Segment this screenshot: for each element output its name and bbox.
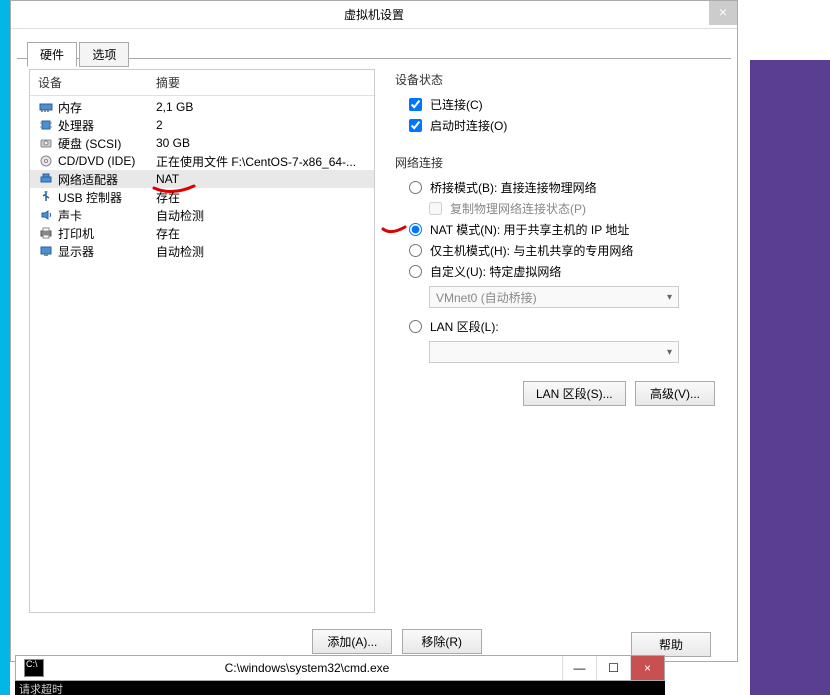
row-replicate: 复制物理网络连接状态(P) bbox=[395, 198, 719, 219]
group-network: 网络连接 bbox=[395, 154, 719, 171]
device-summary: 存在 bbox=[156, 189, 180, 206]
device-list: 设备 摘要 内存2,1 GB处理器2硬盘 (SCSI)30 GBCD/DVD (… bbox=[29, 69, 375, 613]
radio-custom[interactable] bbox=[409, 265, 422, 278]
lan-segments-button[interactable]: LAN 区段(S)... bbox=[523, 381, 626, 406]
label-hostonly: 仅主机模式(H): 与主机共享的专用网络 bbox=[430, 242, 633, 259]
details-panel: 设备状态 已连接(C) 启动时连接(O) 网络连接 桥接模式(B): 直接连接物… bbox=[395, 69, 719, 613]
cmd-minimize-button[interactable]: — bbox=[562, 656, 596, 680]
radio-hostonly[interactable] bbox=[409, 244, 422, 257]
device-summary: NAT bbox=[156, 172, 179, 186]
device-name: 网络适配器 bbox=[58, 171, 156, 188]
titlebar: 虚拟机设置 × bbox=[11, 1, 737, 29]
device-row-disk[interactable]: 硬盘 (SCSI)30 GB bbox=[30, 134, 374, 152]
label-custom: 自定义(U): 特定虚拟网络 bbox=[430, 263, 561, 280]
device-row-printer[interactable]: 打印机存在 bbox=[30, 224, 374, 242]
column-headers: 设备 摘要 bbox=[30, 70, 374, 96]
cmd-maximize-button[interactable]: ☐ bbox=[596, 656, 630, 680]
device-row-cd[interactable]: CD/DVD (IDE)正在使用文件 F:\CentOS-7-x86_64-..… bbox=[30, 152, 374, 170]
device-row-cpu[interactable]: 处理器2 bbox=[30, 116, 374, 134]
sound-icon bbox=[38, 208, 54, 222]
cmd-title: C:\windows\system32\cmd.exe bbox=[52, 661, 562, 675]
device-name: 显示器 bbox=[58, 243, 156, 260]
device-row-memory[interactable]: 内存2,1 GB bbox=[30, 98, 374, 116]
device-name: 打印机 bbox=[58, 225, 156, 242]
device-row-net[interactable]: 网络适配器NAT bbox=[30, 170, 374, 188]
row-hostonly[interactable]: 仅主机模式(H): 与主机共享的专用网络 bbox=[395, 240, 719, 261]
disk-icon bbox=[38, 136, 54, 150]
cmd-output: 请求超时 bbox=[15, 681, 665, 695]
device-summary: 正在使用文件 F:\CentOS-7-x86_64-... bbox=[156, 153, 356, 170]
remove-button[interactable]: 移除(R) bbox=[402, 629, 482, 654]
col-device: 设备 bbox=[38, 74, 156, 91]
cd-icon bbox=[38, 154, 54, 168]
advanced-button[interactable]: 高级(V)... bbox=[635, 381, 715, 406]
device-summary: 2,1 GB bbox=[156, 100, 193, 114]
device-summary: 2 bbox=[156, 118, 163, 132]
cmd-close-button[interactable]: × bbox=[630, 656, 664, 680]
net-icon bbox=[38, 172, 54, 186]
device-name: USB 控制器 bbox=[58, 189, 156, 206]
chevron-down-icon: ▾ bbox=[667, 292, 672, 303]
tab-strip: 硬件 选项 bbox=[17, 33, 731, 59]
device-name: CD/DVD (IDE) bbox=[58, 154, 156, 168]
device-row-sound[interactable]: 声卡自动检测 bbox=[30, 206, 374, 224]
red-annotation-icon bbox=[381, 219, 407, 235]
label-bridge: 桥接模式(B): 直接连接物理网络 bbox=[430, 179, 597, 196]
help-button[interactable]: 帮助 bbox=[631, 632, 711, 657]
device-name: 硬盘 (SCSI) bbox=[58, 135, 156, 152]
label-connected: 已连接(C) bbox=[430, 96, 483, 113]
label-connect-on-start: 启动时连接(O) bbox=[430, 117, 507, 134]
cpu-icon bbox=[38, 118, 54, 132]
group-device-status: 设备状态 bbox=[395, 71, 719, 88]
tab-hardware[interactable]: 硬件 bbox=[27, 42, 77, 67]
dropdown-custom-vmnet: VMnet0 (自动桥接) ▾ bbox=[429, 286, 679, 308]
device-summary: 自动检测 bbox=[156, 243, 204, 260]
device-summary: 存在 bbox=[156, 225, 180, 242]
device-summary: 自动检测 bbox=[156, 207, 204, 224]
checkbox-replicate bbox=[429, 202, 442, 215]
device-summary: 30 GB bbox=[156, 136, 190, 150]
tab-options[interactable]: 选项 bbox=[79, 42, 129, 67]
row-connected[interactable]: 已连接(C) bbox=[395, 94, 719, 115]
add-button[interactable]: 添加(A)... bbox=[312, 629, 392, 654]
row-custom[interactable]: 自定义(U): 特定虚拟网络 bbox=[395, 261, 719, 282]
row-connect-on-start[interactable]: 启动时连接(O) bbox=[395, 115, 719, 136]
label-replicate: 复制物理网络连接状态(P) bbox=[450, 200, 586, 217]
device-name: 处理器 bbox=[58, 117, 156, 134]
radio-nat[interactable] bbox=[409, 223, 422, 236]
display-icon bbox=[38, 244, 54, 258]
device-name: 内存 bbox=[58, 99, 156, 116]
device-name: 声卡 bbox=[58, 207, 156, 224]
dialog-title: 虚拟机设置 bbox=[344, 8, 404, 22]
cmd-icon: C:\ bbox=[24, 659, 44, 677]
cmd-window-titlebar: C:\ C:\windows\system32\cmd.exe — ☐ × bbox=[15, 655, 665, 681]
device-row-usb[interactable]: USB 控制器存在 bbox=[30, 188, 374, 206]
dropdown-lan-segment: ▾ bbox=[429, 341, 679, 363]
radio-bridge[interactable] bbox=[409, 181, 422, 194]
label-nat: NAT 模式(N): 用于共享主机的 IP 地址 bbox=[430, 221, 629, 238]
radio-lan[interactable] bbox=[409, 320, 422, 333]
row-nat[interactable]: NAT 模式(N): 用于共享主机的 IP 地址 bbox=[395, 219, 719, 240]
label-lan: LAN 区段(L): bbox=[430, 318, 499, 335]
row-bridge[interactable]: 桥接模式(B): 直接连接物理网络 bbox=[395, 177, 719, 198]
row-lan[interactable]: LAN 区段(L): bbox=[395, 316, 719, 337]
col-summary: 摘要 bbox=[156, 74, 180, 91]
checkbox-connect-on-start[interactable] bbox=[409, 119, 422, 132]
vm-settings-dialog: 虚拟机设置 × 硬件 选项 设备 摘要 内存2,1 GB处理器2硬盘 (SCSI… bbox=[10, 0, 738, 662]
close-button[interactable]: × bbox=[709, 1, 737, 25]
printer-icon bbox=[38, 226, 54, 240]
chevron-down-icon: ▾ bbox=[667, 347, 672, 358]
checkbox-connected[interactable] bbox=[409, 98, 422, 111]
dropdown-custom-value: VMnet0 (自动桥接) bbox=[436, 289, 537, 306]
device-row-display[interactable]: 显示器自动检测 bbox=[30, 242, 374, 260]
usb-icon bbox=[38, 190, 54, 204]
memory-icon bbox=[38, 100, 54, 114]
